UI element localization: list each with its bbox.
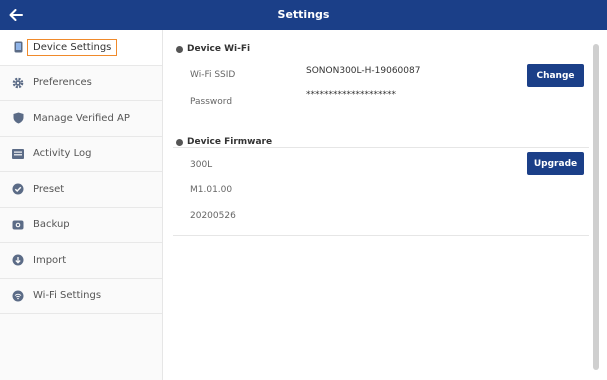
top-bar: Settings	[0, 0, 607, 30]
wifi-ssid-value: SONON300L-H-19060087	[306, 66, 421, 76]
upgrade-button[interactable]: Upgrade	[527, 152, 584, 175]
password-value: ********************	[306, 90, 396, 100]
wifi-ssid-label: Wi-Fi SSID	[190, 70, 236, 80]
wifi-icon	[12, 290, 24, 302]
device-wifi-heading: Device Wi-Fi	[187, 44, 251, 54]
sidebar-item-label: Preferences	[33, 77, 92, 89]
sidebar-item-backup[interactable]: Backup	[0, 207, 162, 243]
section-heading: Device Wi-Fi	[176, 44, 250, 54]
back-button[interactable]	[4, 2, 28, 28]
sidebar-item-label: Import	[33, 254, 67, 266]
bullet-dot	[176, 45, 183, 53]
scrollbar[interactable]	[593, 44, 599, 370]
shield-icon	[12, 112, 24, 124]
sidebar-item-label: Backup	[33, 219, 70, 231]
sidebar-item-import[interactable]: Import	[0, 243, 162, 279]
sidebar: Device Settings Preferences Manage Verif…	[0, 30, 163, 380]
change-button[interactable]: Change	[527, 64, 584, 87]
firmware-version: M1.01.00	[190, 185, 233, 195]
sidebar-item-preferences[interactable]: Preferences	[0, 65, 162, 101]
import-icon	[12, 254, 24, 266]
sidebar-item-wifi-settings[interactable]: Wi-Fi Settings	[0, 278, 162, 314]
gear-icon	[12, 77, 24, 89]
phone-icon	[12, 41, 24, 53]
firmware-date: 20200526	[190, 211, 236, 221]
sidebar-item-manage-verified-ap[interactable]: Manage Verified AP	[0, 101, 162, 137]
backup-icon	[12, 219, 24, 231]
sidebar-item-label: Device Settings	[27, 38, 118, 56]
device-firmware-section: Device Firmware 300L M1.01.00 20200526 U…	[173, 134, 589, 236]
sidebar-item-activity-log[interactable]: Activity Log	[0, 136, 162, 172]
sidebar-item-preset[interactable]: Preset	[0, 172, 162, 208]
content-panel: Device Wi-Fi Wi-Fi SSID SONON300L-H-1906…	[163, 30, 607, 380]
sidebar-item-label: Preset	[33, 183, 65, 195]
section-heading: Device Firmware	[176, 137, 272, 147]
device-firmware-heading: Device Firmware	[187, 137, 273, 147]
check-circle-icon	[12, 183, 24, 195]
sidebar-item-label: Wi-Fi Settings	[33, 290, 102, 302]
firmware-model: 300L	[190, 160, 213, 170]
sidebar-item-device-settings[interactable]: Device Settings	[0, 30, 162, 66]
page-title: Settings	[277, 8, 330, 21]
log-icon	[12, 148, 24, 160]
sidebar-item-label: Activity Log	[33, 148, 92, 160]
password-label: Password	[190, 97, 233, 107]
device-wifi-section: Device Wi-Fi Wi-Fi SSID SONON300L-H-1906…	[173, 40, 589, 148]
sidebar-item-label: Manage Verified AP	[33, 112, 130, 124]
bullet-dot	[176, 138, 183, 146]
arrow-left-icon	[9, 9, 23, 21]
